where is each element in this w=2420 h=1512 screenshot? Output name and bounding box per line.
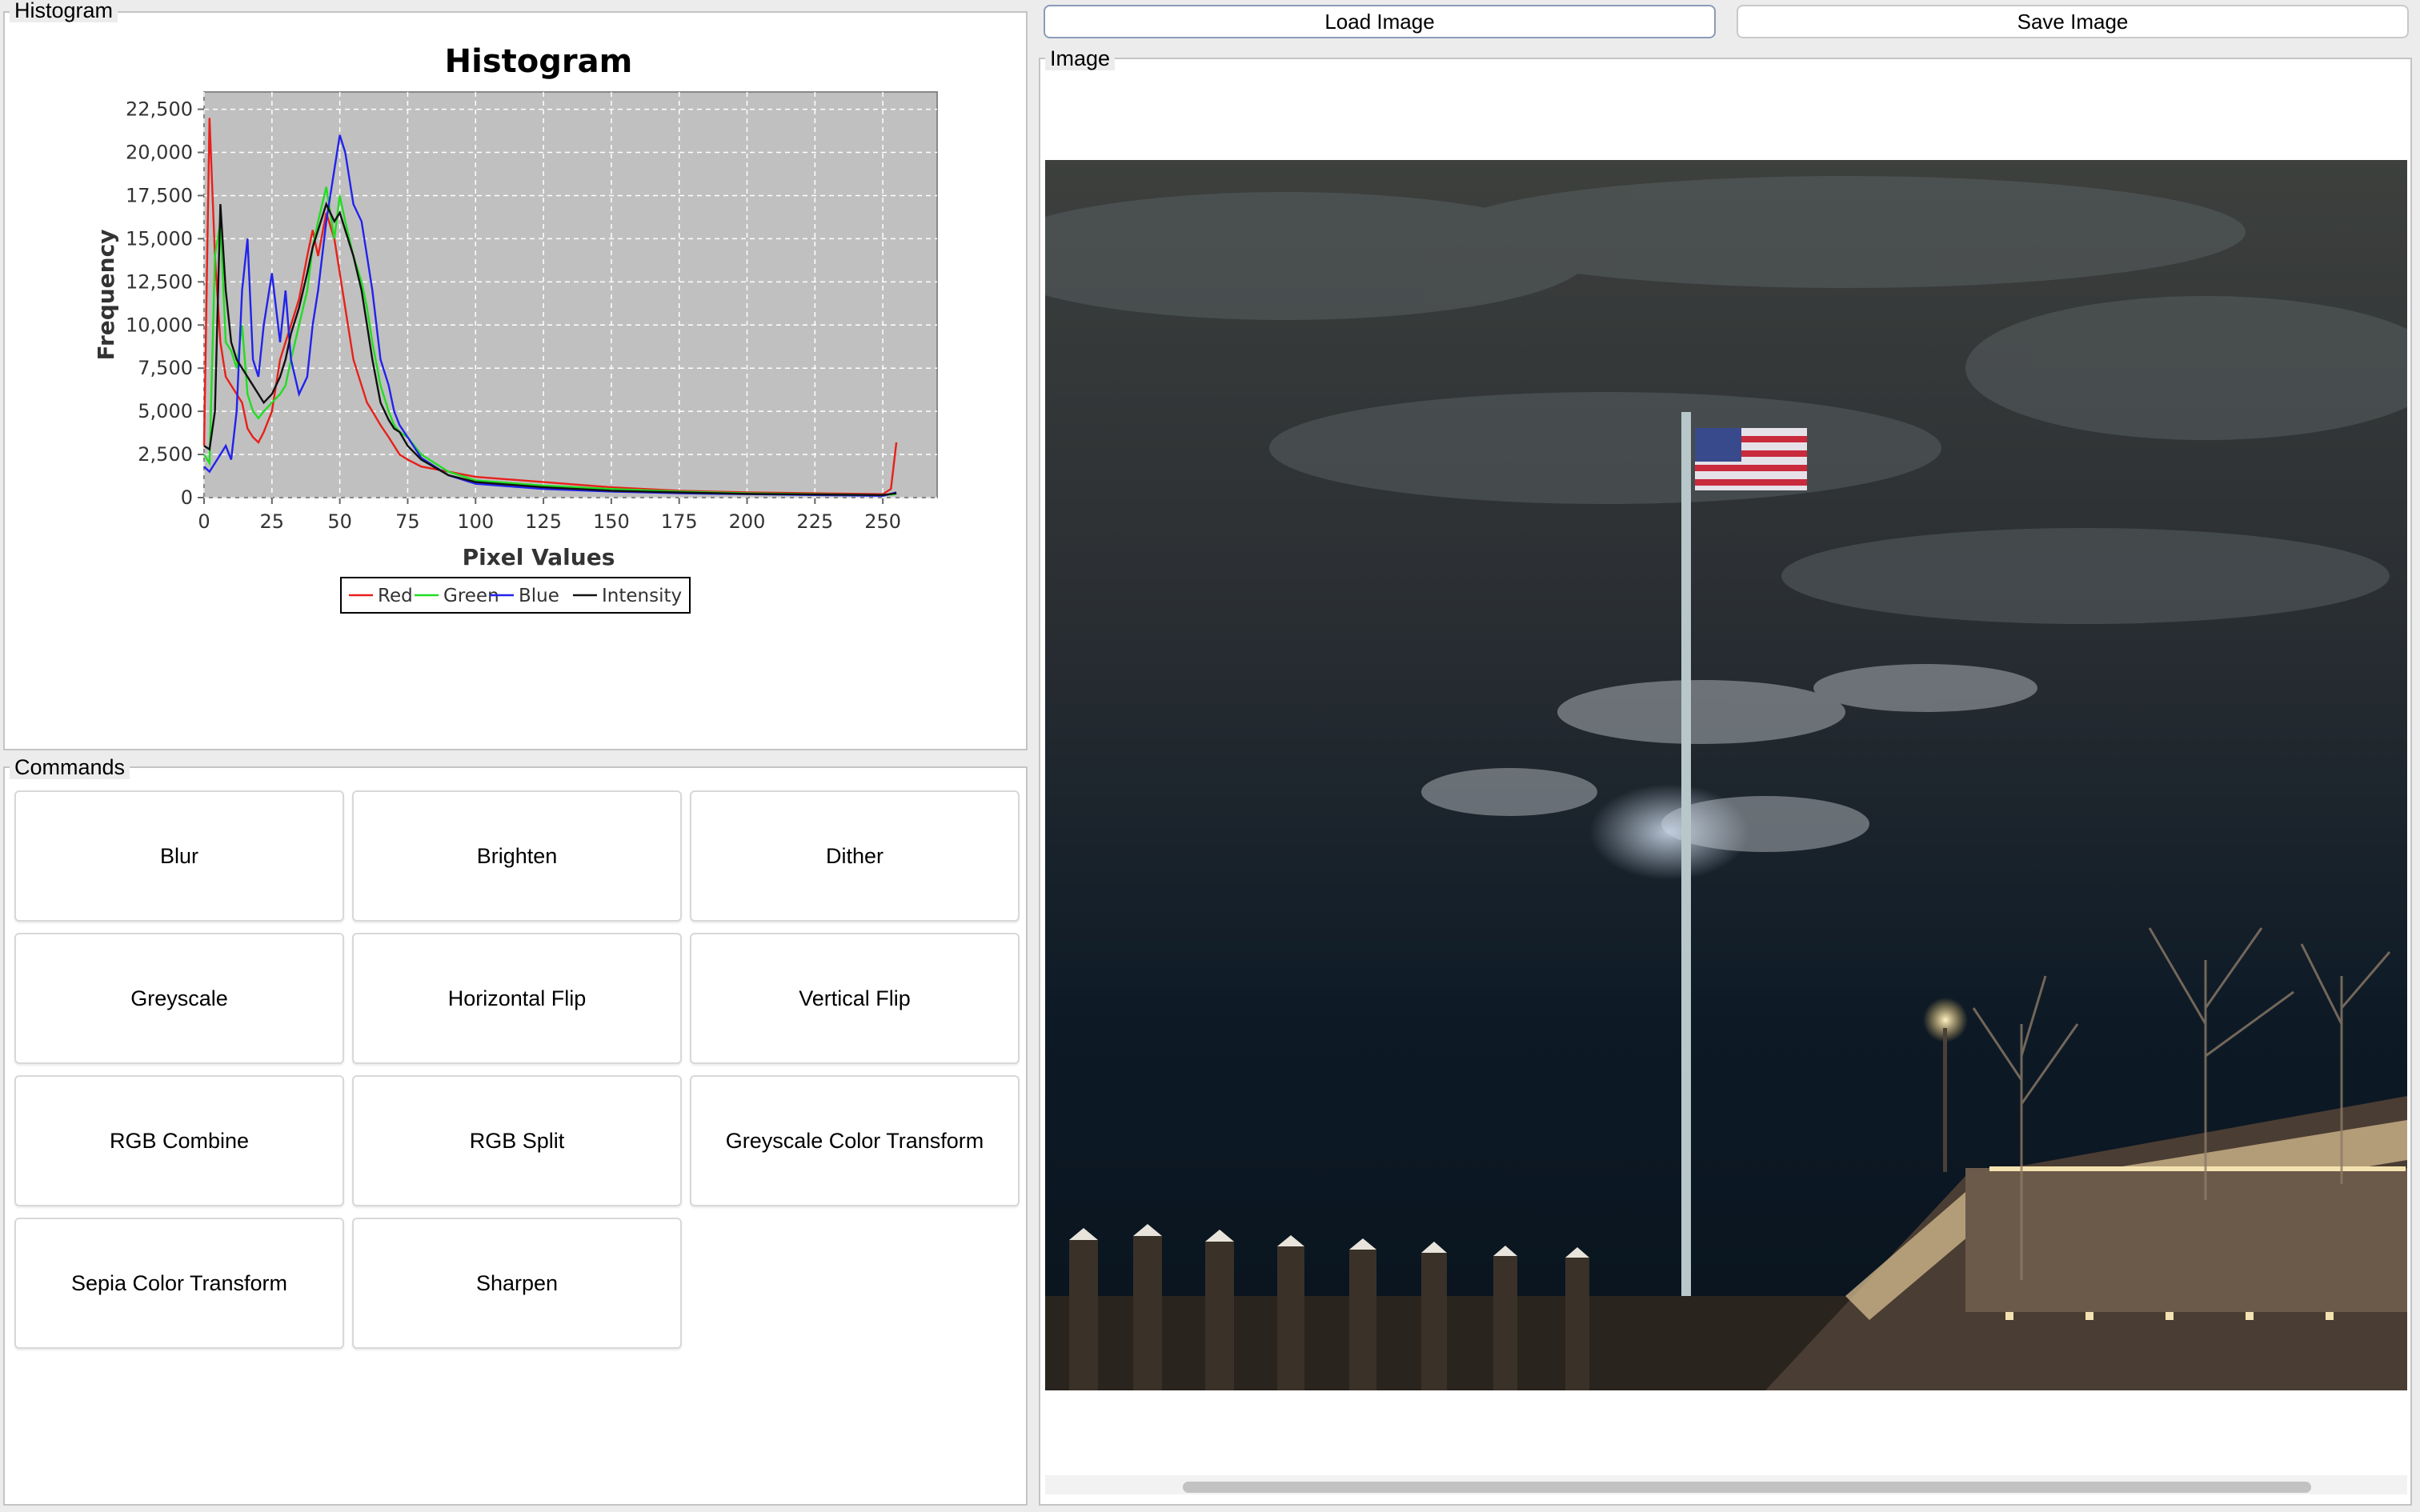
histogram-chart: Histogram 0 25 50 75 100 125 150 175 200 225 250 0 2,…: [93, 43, 938, 614]
x-axis-label: Pixel Values: [463, 544, 615, 570]
command-blur-button[interactable]: Blur: [14, 790, 344, 922]
command-greyscale-color-transform-button[interactable]: Greyscale Color Transform: [690, 1075, 1020, 1206]
save-image-button[interactable]: Save Image: [1737, 5, 2409, 38]
load-image-button[interactable]: Load Image: [1044, 5, 1716, 38]
y-tick-label: 10,000: [126, 314, 193, 336]
y-tick-label: 12,500: [126, 270, 193, 293]
legend-label-intensity: Intensity: [602, 586, 682, 606]
command-dither-button[interactable]: Dither: [690, 790, 1020, 922]
command-sharpen-button[interactable]: Sharpen: [352, 1218, 682, 1349]
x-tick-label: 50: [327, 510, 352, 533]
command-sepia-color-transform-button[interactable]: Sepia Color Transform: [14, 1218, 344, 1349]
command-rgb-split-button[interactable]: RGB Split: [352, 1075, 682, 1206]
y-tick-label: 0: [181, 486, 193, 509]
x-tick-label: 75: [395, 510, 420, 533]
command-rgb-combine-button[interactable]: RGB Combine: [14, 1075, 344, 1206]
x-tick-label: 150: [593, 510, 630, 533]
command-horizontal-flip-button[interactable]: Horizontal Flip: [352, 933, 682, 1064]
y-tick-label: 15,000: [126, 227, 193, 250]
x-tick-label: 175: [661, 510, 698, 533]
x-tick-label: 200: [729, 510, 766, 533]
y-tick-label: 5,000: [138, 400, 193, 422]
command-brighten-button[interactable]: Brighten: [352, 790, 682, 922]
x-tick-label: 100: [457, 510, 494, 533]
loaded-photo: [1045, 160, 2407, 1390]
x-tick-label: 25: [260, 510, 285, 533]
legend-label-blue: Blue: [519, 586, 559, 606]
x-tick-label: 225: [796, 510, 833, 533]
legend-label-red: Red: [378, 586, 413, 606]
image-viewport: [1045, 160, 2407, 1390]
y-tick-label: 7,500: [138, 357, 193, 379]
y-tick-label: 17,500: [126, 184, 193, 206]
x-tick-label: 250: [864, 510, 901, 533]
image-panel-title: Image: [1045, 46, 1116, 70]
scrollbar-thumb[interactable]: [1183, 1482, 2311, 1493]
x-tick-label: 0: [198, 510, 210, 533]
chart-title: Histogram: [445, 43, 633, 80]
y-tick-label: 20,000: [126, 142, 193, 164]
command-vertical-flip-button[interactable]: Vertical Flip: [690, 933, 1020, 1064]
x-tick-label: 125: [525, 510, 562, 533]
y-tick-label: 22,500: [126, 98, 193, 121]
y-axis-label: Frequency: [93, 230, 119, 361]
y-tick-label: 2,500: [138, 443, 193, 466]
commands-panel-title: Commands: [10, 755, 130, 779]
histogram-panel-title: Histogram: [10, 0, 118, 22]
command-greyscale-button[interactable]: Greyscale: [14, 933, 344, 1064]
